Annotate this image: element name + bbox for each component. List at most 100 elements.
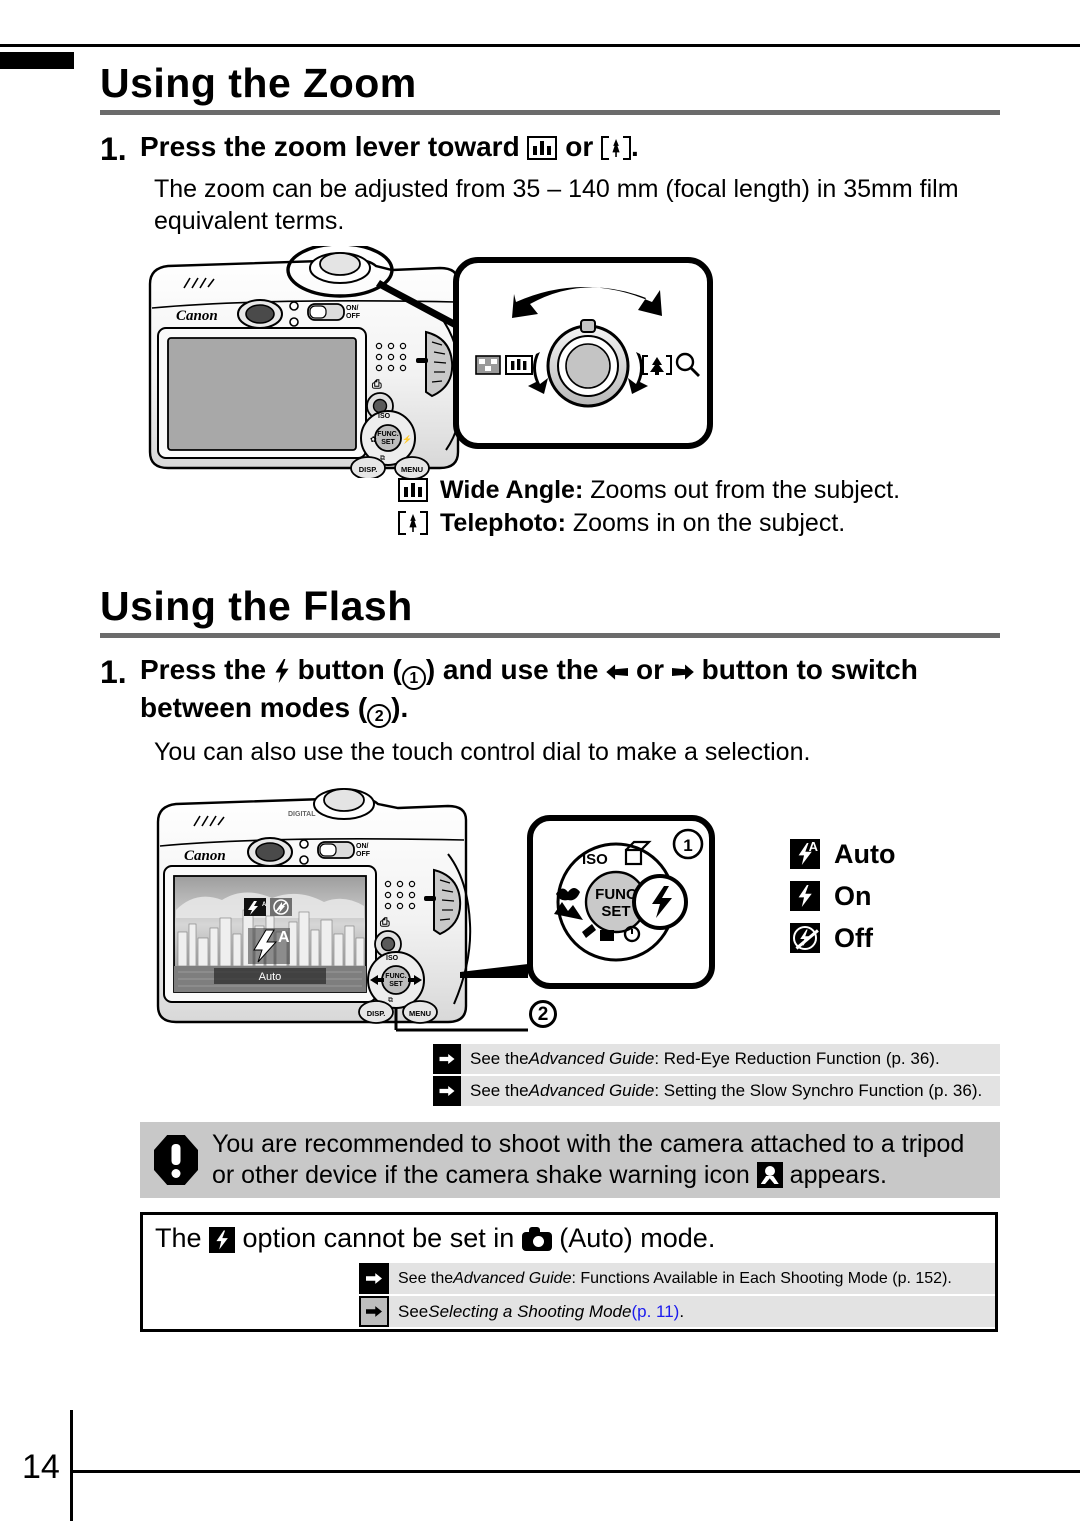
heading-rule	[100, 110, 1000, 116]
flash-on-icon	[790, 881, 820, 911]
note-text-b: option cannot be set in	[235, 1223, 522, 1253]
svg-text:A: A	[278, 929, 290, 946]
legend-row-wide: Wide Angle: Zooms out from the subject.	[398, 474, 900, 507]
svg-text:⎙: ⎙	[379, 915, 390, 929]
step-number: 1.	[100, 131, 127, 168]
step-head-text-c: ) and use the	[425, 654, 607, 686]
svg-text:⧉: ⧉	[388, 997, 393, 1004]
svg-text:ISO: ISO	[386, 955, 399, 962]
wide-angle-icon	[505, 355, 533, 375]
auto-mode-camera-icon	[521, 1227, 552, 1251]
section-using-the-flash: Using the Flash 1. Press the button (1) …	[100, 583, 1000, 769]
reference-text: See Selecting a Shooting Mode (p. 11).	[389, 1296, 684, 1327]
step-head-text-f: ).	[391, 692, 409, 724]
flash-mode-label: Off	[834, 922, 873, 953]
step-heading-flash: Press the button (1) and use the or butt…	[140, 652, 1000, 729]
flash-mode-label: Auto	[834, 838, 896, 869]
ref-italic: Advanced Guide	[453, 1269, 572, 1287]
ref-prefix: See	[398, 1301, 429, 1321]
step-1-flash: 1. Press the button (1) and use the or b…	[100, 652, 1000, 769]
page-title-flash: Using the Flash	[100, 583, 413, 629]
svg-text:SET: SET	[389, 981, 403, 988]
step-head-text-d: or	[628, 654, 672, 686]
flash-mode-label: On	[834, 880, 872, 911]
flash-off-icon	[790, 923, 820, 953]
page-number: 14	[22, 1448, 60, 1486]
note-callout: The option cannot be set in (Auto) mode.…	[140, 1212, 998, 1332]
heading-rule	[100, 633, 1000, 639]
marker-2-icon: 2	[529, 1000, 557, 1028]
step-head-text-c: .	[631, 131, 639, 163]
step-number: 1.	[100, 654, 127, 691]
step-head-text-b: or	[557, 131, 602, 163]
footer-vertical-rule	[70, 1410, 73, 1521]
svg-text:DISP.: DISP.	[367, 1009, 386, 1018]
arrow-right-icon	[359, 1263, 389, 1294]
svg-text:SET: SET	[601, 903, 630, 920]
svg-text:⎙: ⎙	[371, 377, 382, 391]
footer-horizontal-rule	[70, 1470, 1080, 1473]
svg-text:ISO: ISO	[582, 851, 608, 868]
index-icon	[475, 355, 501, 375]
warning-line-1: You are recommended to shoot with the ca…	[212, 1129, 965, 1158]
flash-bolt-icon	[275, 659, 289, 684]
reference-row[interactable]: See Selecting a Shooting Mode (p. 11).	[359, 1296, 995, 1327]
reference-text: See the Advanced Guide: Functions Availa…	[389, 1263, 952, 1294]
svg-text:⚡: ⚡	[402, 434, 412, 444]
zoom-legend: Wide Angle: Zooms out from the subject. …	[398, 474, 900, 540]
lcd-mode-label: Auto	[259, 971, 282, 983]
reference-list-note: See the Advanced Guide: Functions Availa…	[359, 1263, 995, 1329]
control-dial: FUNC. SET ISO ⧉	[367, 951, 425, 1009]
wide-angle-icon	[527, 136, 558, 161]
flash-mode-list: A Auto On Off	[790, 833, 895, 959]
wide-angle-icon	[398, 474, 440, 507]
svg-text:1: 1	[683, 836, 692, 855]
svg-text:FUNC.: FUNC.	[385, 973, 406, 980]
step-head-text-a: Press the	[140, 654, 274, 686]
ref-italic: Advanced Guide	[528, 1049, 655, 1068]
reference-text: See the Advanced Guide: Red-Eye Reductio…	[461, 1044, 940, 1074]
flash-on-icon	[209, 1227, 236, 1253]
telephoto-icon	[398, 507, 440, 540]
ref-prefix: See the	[470, 1081, 529, 1100]
legend-desc-wide: Zooms out from the subject.	[583, 476, 901, 504]
warning-line-2-a: or other device if the camera shake warn…	[212, 1161, 757, 1189]
ref-suffix: .	[679, 1301, 685, 1321]
legend-term-tele: Telephoto:	[440, 509, 566, 537]
ref-page-link[interactable]: (p. 11)	[631, 1302, 679, 1322]
legend-desc-tele: Zooms in on the subject.	[565, 509, 846, 537]
svg-text:MENU: MENU	[401, 465, 423, 474]
right-arrow-icon	[671, 664, 694, 680]
warning-line-2: or other device if the camera shake warn…	[212, 1160, 964, 1192]
legend-term-wide: Wide Angle:	[440, 476, 584, 504]
warning-line-2-b: appears.	[782, 1161, 887, 1189]
arrow-right-icon	[359, 1296, 389, 1327]
ref-prefix: See the	[398, 1269, 454, 1287]
reference-text: See the Advanced Guide: Setting the Slow…	[461, 1076, 982, 1106]
marker-2-icon: 2	[367, 704, 392, 729]
marker-1-icon: 1	[401, 666, 426, 691]
step-heading-zoom: Press the zoom lever toward or .	[140, 129, 1000, 165]
reference-row[interactable]: See the Advanced Guide: Setting the Slow…	[433, 1076, 1000, 1106]
svg-text:Canon: Canon	[184, 848, 226, 864]
section-using-the-zoom: Using the Zoom 1. Press the zoom lever t…	[100, 60, 1000, 238]
svg-text:Canon: Canon	[176, 308, 218, 324]
page-title-zoom: Using the Zoom	[100, 60, 417, 106]
step-head-text-b: button (	[289, 654, 402, 686]
legend-row-tele: Telephoto: Zooms in on the subject.	[398, 507, 900, 540]
note-text-a: The	[155, 1223, 210, 1253]
svg-text:ISO: ISO	[378, 413, 391, 420]
warning-text: You are recommended to shoot with the ca…	[212, 1129, 964, 1192]
reference-row[interactable]: See the Advanced Guide: Red-Eye Reductio…	[433, 1044, 1000, 1074]
note-text-c: (Auto) mode.	[551, 1223, 716, 1253]
ref-italic: Selecting a Shooting Mode	[428, 1301, 632, 1321]
flash-mode-off: Off	[790, 917, 895, 959]
note-line: The option cannot be set in (Auto) mode.	[143, 1215, 995, 1254]
step-description-flash: You can also use the touch control dial …	[154, 738, 811, 767]
svg-text:OFF: OFF	[356, 851, 371, 858]
ref-suffix: : Setting the Slow Synchro Function (p. …	[654, 1081, 983, 1100]
chapter-tab-marker	[0, 52, 74, 69]
warning-callout: You are recommended to shoot with the ca…	[140, 1122, 1000, 1198]
reference-row[interactable]: See the Advanced Guide: Functions Availa…	[359, 1263, 995, 1294]
illustration-camera-flash-dial: Canon DIGITAL A A Auto ON/ OFF ⎙ FUNC. S…	[156, 788, 715, 1032]
